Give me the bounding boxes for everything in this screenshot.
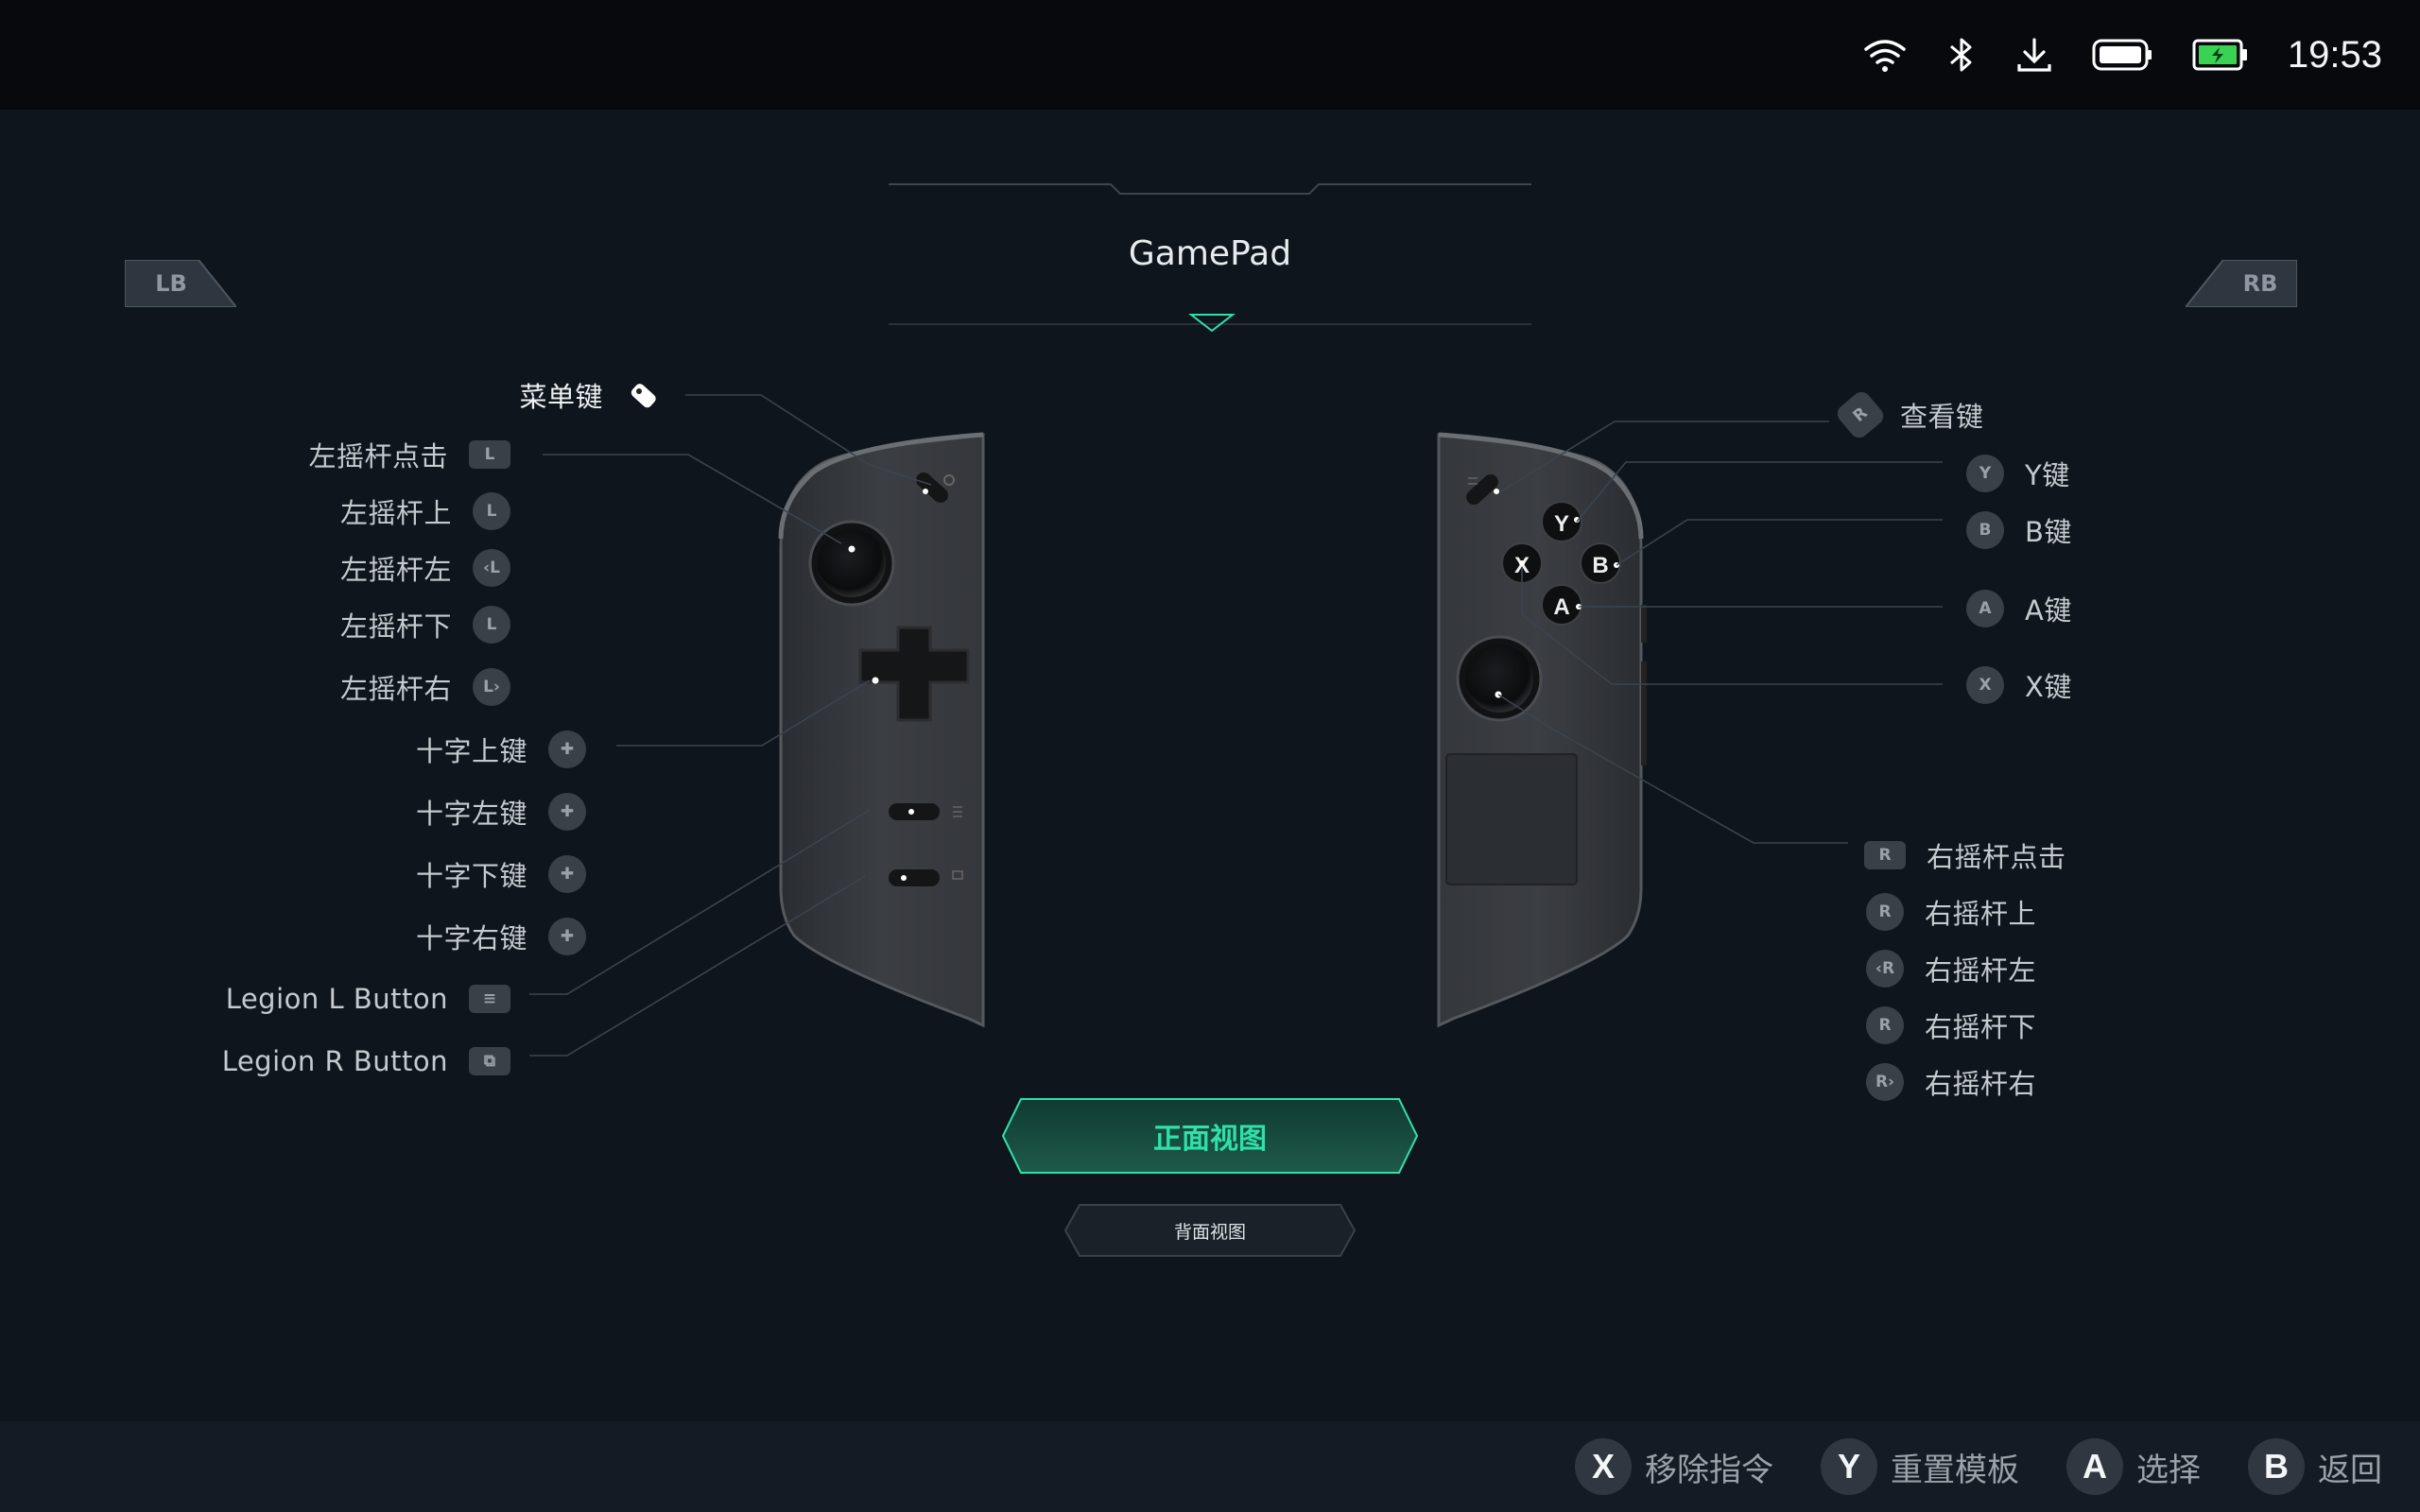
label-left-stick-click[interactable]: 左摇杆点击 L: [308, 431, 510, 478]
gamepad-illustration: Y B X A: [529, 394, 1943, 1057]
back-view-label: 背面视图: [1173, 1221, 1246, 1243]
b-button-icon: B: [1966, 511, 2004, 549]
controller-b-button: B: [1592, 553, 1608, 578]
x-button-icon: X: [1966, 666, 2004, 704]
legion-l-button-icon: ≡: [469, 985, 510, 1013]
dpad-up-icon: ✚: [548, 730, 586, 768]
left-stick-click-icon: L: [469, 440, 510, 469]
right-stick-left-icon: ‹R: [1866, 950, 1904, 988]
label-y-button[interactable]: Y Y键: [1966, 450, 2070, 497]
hint-remove-command[interactable]: X 移除指令: [1575, 1438, 1773, 1495]
left-stick-up-icon: L: [473, 492, 510, 530]
label-dpad-up[interactable]: 十字上键 ✚: [416, 726, 586, 773]
label-legion-r-button[interactable]: Legion R Button ⧉: [222, 1038, 510, 1085]
left-stick-down-icon: L: [473, 606, 510, 644]
controller-y-button: Y: [1554, 511, 1569, 537]
dpad-down-icon: ✚: [548, 855, 586, 893]
label-a-button[interactable]: A A键: [1966, 585, 2072, 632]
a-key-icon: A: [2066, 1438, 2123, 1495]
legion-r-button-icon: ⧉: [469, 1047, 510, 1075]
label-dpad-left[interactable]: 十字左键 ✚: [416, 788, 586, 835]
y-key-icon: Y: [1821, 1438, 1877, 1495]
label-right-stick-up[interactable]: R 右摇杆上: [1866, 888, 2036, 936]
label-b-button[interactable]: B B键: [1966, 507, 2072, 554]
label-right-stick-down[interactable]: R 右摇杆下: [1866, 1002, 2036, 1049]
right-controller: Y B X A: [1437, 432, 1647, 1028]
dpad-left-icon: ✚: [548, 793, 586, 831]
label-right-stick-left[interactable]: ‹R 右摇杆左: [1866, 945, 2036, 992]
label-right-stick-right[interactable]: R› 右摇杆右: [1866, 1058, 2036, 1106]
right-stick-down-icon: R: [1866, 1006, 1904, 1044]
dpad-right-icon: ✚: [548, 918, 586, 955]
hint-back[interactable]: B 返回: [2248, 1438, 2382, 1495]
label-left-stick-down[interactable]: 左摇杆下 L: [340, 601, 510, 648]
x-key-icon: X: [1575, 1438, 1632, 1495]
a-button-icon: A: [1966, 590, 2004, 627]
left-stick-left-icon: ‹L: [473, 549, 510, 587]
y-button-icon: Y: [1966, 455, 2004, 492]
b-key-icon: B: [2248, 1438, 2305, 1495]
label-right-stick-click[interactable]: R 右摇杆点击: [1864, 832, 2066, 879]
label-dpad-right[interactable]: 十字右键 ✚: [416, 913, 586, 960]
right-stick-click-icon: R: [1864, 841, 1906, 869]
label-left-stick-left[interactable]: 左摇杆左 ‹L: [340, 544, 510, 592]
right-stick-up-icon: R: [1866, 893, 1904, 931]
controller-a-button: A: [1553, 594, 1569, 620]
label-dpad-down[interactable]: 十字下键 ✚: [416, 850, 586, 898]
back-view-button[interactable]: 背面视图: [1064, 1204, 1356, 1257]
label-menu-key[interactable]: 菜单键: [519, 371, 662, 419]
leader-lines: [529, 394, 1943, 1057]
menu-key-icon: [624, 376, 662, 414]
left-controller: [778, 432, 985, 1028]
label-x-button[interactable]: X X键: [1966, 662, 2072, 709]
front-view-button[interactable]: 正面视图: [1002, 1098, 1418, 1174]
label-legion-l-button[interactable]: Legion L Button ≡: [226, 975, 510, 1022]
hint-select[interactable]: A 选择: [2066, 1438, 2201, 1495]
view-key-icon: R: [1833, 387, 1888, 442]
hint-reset-template[interactable]: Y 重置模板: [1821, 1438, 2019, 1495]
label-left-stick-up[interactable]: 左摇杆上 L: [340, 488, 510, 535]
label-left-stick-right[interactable]: 左摇杆右 L›: [340, 663, 510, 711]
left-stick-right-icon: L›: [473, 668, 510, 706]
front-view-label: 正面视图: [1153, 1123, 1267, 1156]
right-stick-right-icon: R›: [1866, 1063, 1904, 1101]
bottom-hint-bar: X 移除指令 Y 重置模板 A 选择 B 返回: [0, 1421, 2420, 1512]
label-view-key[interactable]: R 查看键: [1833, 387, 1984, 442]
